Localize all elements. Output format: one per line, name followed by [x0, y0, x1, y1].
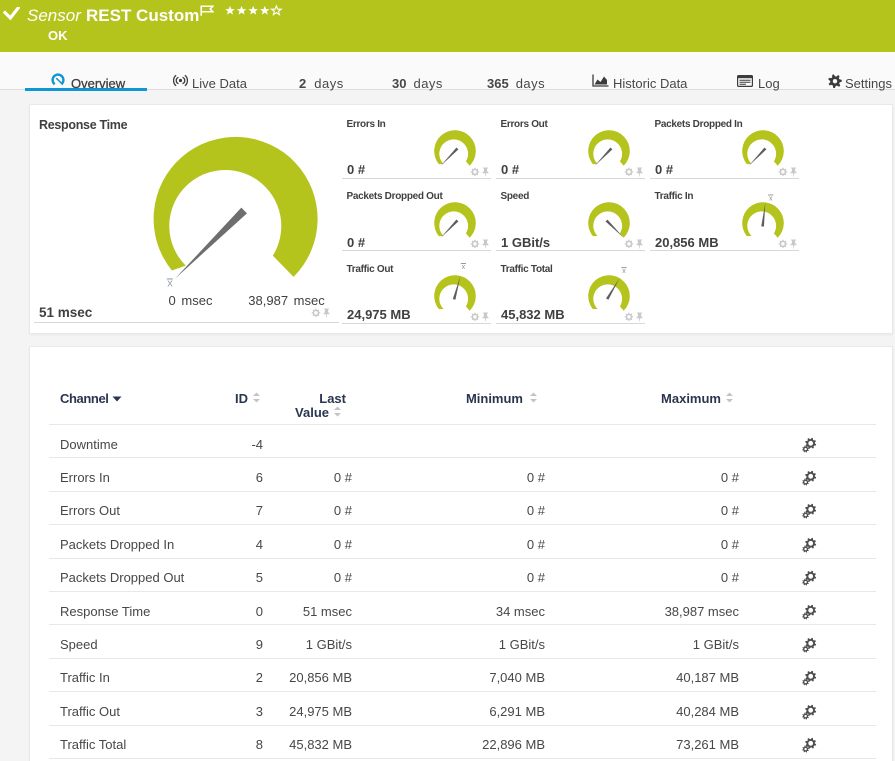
svg-text:x: x [622, 268, 626, 275]
svg-text:x: x [462, 264, 466, 271]
svg-text:x: x [769, 196, 773, 203]
